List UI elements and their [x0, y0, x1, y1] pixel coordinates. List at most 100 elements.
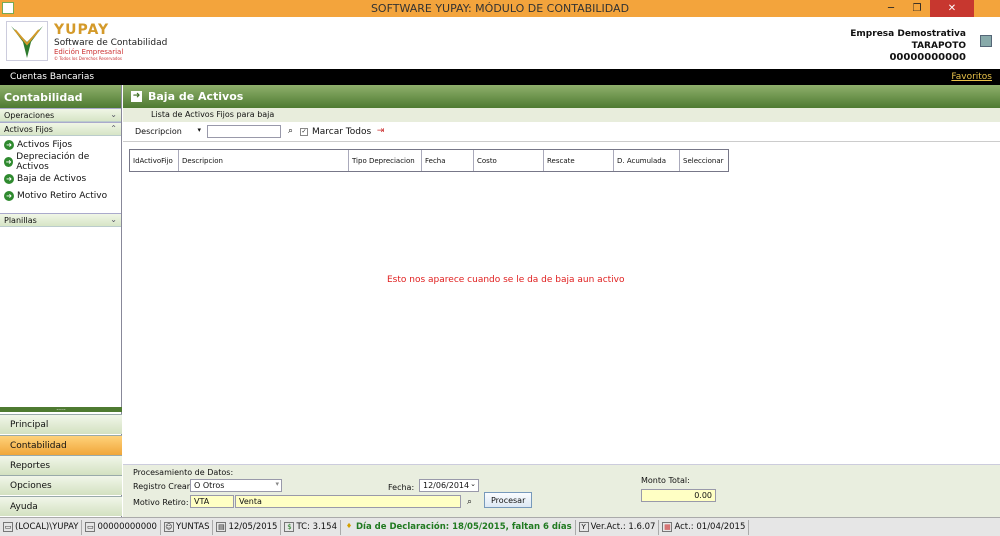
logo-name: YUPAY — [54, 22, 110, 38]
nav-opciones[interactable]: Opciones — [0, 475, 122, 495]
sidebar-item-label: Activos Fijos — [17, 139, 73, 150]
app-header: YUPAY Software de Contabilidad Edición E… — [0, 17, 1000, 69]
nav-bar: Cuentas Bancarias Favoritos — [0, 69, 1000, 85]
registro-value: O Otros — [194, 481, 225, 490]
status-server-text: (LOCAL)\YUPAY — [15, 522, 79, 532]
sidebar-item-depreciacion[interactable]: ➜ Depreciación de Activos — [0, 151, 121, 172]
fecha-picker[interactable]: 12/06/2014 ⌄ — [419, 479, 479, 492]
arrow-right-icon: ➜ — [4, 190, 14, 201]
status-user-text: YUNTAS — [175, 522, 210, 532]
status-declaracion-text: Día de Declaración: 18/05/2015, faltan 6… — [356, 522, 572, 532]
col-header[interactable]: Fecha — [422, 150, 474, 171]
chevron-down-icon: ▾ — [197, 125, 201, 134]
chevron-down-icon: ⌄ — [470, 480, 476, 488]
chevron-up-icon: ⌃ — [110, 124, 117, 133]
arrow-right-icon: ➜ — [131, 91, 142, 102]
col-header[interactable]: Descripcion — [179, 150, 349, 171]
sidebar-item-label: Depreciación de Activos — [16, 151, 90, 172]
calendar-icon: ▦ — [662, 522, 673, 532]
dollar-icon: $ — [284, 522, 295, 532]
sidebar-item-label: Motivo Retiro Activo — [17, 190, 108, 201]
nav-contabilidad[interactable]: Contabilidad — [0, 435, 122, 455]
nav-principal[interactable]: Principal — [0, 414, 122, 434]
sidebar-item-motivo-retiro[interactable]: ➜ Motivo Retiro Activo — [0, 187, 121, 204]
splitter-grip[interactable]: ..... — [0, 406, 122, 412]
yupay-small-icon: Y — [578, 522, 589, 532]
mark-all-label: Marcar Todos — [312, 126, 372, 137]
restore-button[interactable]: ❐ — [904, 0, 930, 17]
sidebar-item-label: Baja de Activos — [17, 173, 87, 184]
status-user: ☺ YUNTAS — [161, 519, 214, 535]
section-label: Operaciones — [4, 111, 55, 120]
main-panel: ➜ Baja de Activos Lista de Activos Fijos… — [123, 85, 1000, 517]
company-city: TARAPOTO — [911, 41, 966, 51]
chevron-down-icon: ⌄ — [110, 215, 117, 224]
status-server: ▭ (LOCAL)\YUPAY — [0, 519, 83, 535]
assets-table-header: IdActivoFijo Descripcion Tipo Depreciaci… — [129, 149, 729, 172]
company-settings-icon[interactable] — [980, 35, 992, 47]
status-tc: $ TC: 3.154 — [281, 519, 341, 535]
motivo-label: Motivo Retiro: — [133, 498, 189, 507]
favorites-link[interactable]: Favoritos — [951, 72, 992, 82]
arrow-right-icon: ➜ — [4, 139, 14, 150]
server-icon: ▭ — [3, 522, 13, 532]
close-button[interactable]: ✕ — [930, 0, 974, 17]
col-header[interactable]: IdActivoFijo — [130, 150, 179, 171]
arrow-right-icon: ➜ — [4, 173, 14, 184]
section-label: Planillas — [4, 216, 37, 225]
status-ruc-text: 00000000000 — [97, 522, 157, 532]
binoculars-search-icon[interactable]: ⌕ — [467, 497, 472, 507]
status-ruc: ▭ 00000000000 — [82, 519, 161, 535]
company-info: Empresa Demostrativa TARAPOTO 0000000000… — [850, 28, 966, 64]
col-header[interactable]: Costo — [474, 150, 544, 171]
section-label: Activos Fijos — [4, 125, 53, 134]
company-name: Empresa Demostrativa — [850, 29, 966, 39]
panel-title: Baja de Activos — [148, 90, 244, 103]
exit-icon[interactable]: ⇥ — [375, 126, 386, 137]
motivo-desc-field[interactable]: Venta — [235, 495, 461, 508]
col-header[interactable]: D. Acumulada — [614, 150, 680, 171]
minimize-button[interactable]: ─ — [878, 0, 904, 17]
field-select[interactable]: Descripcion ▾ — [133, 125, 203, 139]
col-header[interactable]: Rescate — [544, 150, 614, 171]
status-date-text: 12/05/2015 — [228, 522, 278, 532]
logo-copyright: © Todos los Derechos Reservados — [54, 56, 122, 61]
nav-ayuda[interactable]: Ayuda — [0, 496, 122, 516]
window-title: SOFTWARE YUPAY: MÓDULO DE CONTABILIDAD — [370, 2, 630, 15]
col-header[interactable]: Tipo Depreciacion — [349, 150, 422, 171]
sidebar-title: Contabilidad — [0, 85, 121, 108]
monto-label: Monto Total: — [641, 476, 690, 485]
toolbar: Descripcion ▾ ⌕ ✓ Marcar Todos ⇥ — [123, 122, 1000, 142]
nav-reportes[interactable]: Reportes — [0, 455, 122, 475]
arrow-right-icon: ➜ — [4, 156, 14, 167]
section-activos-fijos[interactable]: Activos Fijos ⌃ — [0, 122, 121, 136]
sidebar-item-activos-fijos[interactable]: ➜ Activos Fijos — [0, 136, 121, 153]
status-declaracion: ♦ Día de Declaración: 18/05/2015, faltan … — [341, 519, 576, 535]
status-date: ▤ 12/05/2015 — [213, 519, 282, 535]
status-version: Y Ver.Act.: 1.6.07 — [576, 519, 660, 535]
binoculars-search-icon[interactable]: ⌕ — [285, 126, 296, 137]
registro-label: Registro Crear: — [133, 482, 193, 491]
monto-total-field: 0.00 — [641, 489, 716, 502]
status-version-text: Ver.Act.: 1.6.07 — [590, 522, 656, 532]
section-planillas[interactable]: Planillas ⌄ — [0, 213, 121, 227]
status-act-text: Act.: 01/04/2015 — [674, 522, 746, 532]
chevron-down-icon: ⌄ — [110, 110, 117, 119]
logo-subtitle: Software de Contabilidad — [54, 38, 168, 48]
field-select-value: Descripcion — [135, 126, 182, 136]
sidebar-item-baja-activos[interactable]: ➜ Baja de Activos — [0, 170, 121, 187]
status-act: ▦ Act.: 01/04/2015 — [659, 519, 750, 535]
sidebar: Contabilidad Operaciones ⌄ Activos Fijos ⌃… — [0, 85, 122, 517]
lightbulb-icon: ♦ — [345, 522, 353, 530]
col-header[interactable]: Seleccionar — [680, 150, 728, 171]
search-input[interactable] — [207, 125, 281, 138]
fecha-value: 12/06/2014 — [423, 481, 470, 490]
motivo-code-field[interactable]: VTA — [190, 495, 234, 508]
section-operaciones[interactable]: Operaciones ⌄ — [0, 108, 121, 122]
company-ruc: 00000000000 — [889, 52, 966, 63]
logo-edition: Edición Empresarial — [54, 48, 124, 56]
mark-all-checkbox[interactable]: ✓ — [300, 127, 308, 136]
list-subtitle: Lista de Activos Fijos para baja — [123, 108, 1000, 122]
procesar-button[interactable]: Procesar — [484, 492, 533, 508]
registro-select[interactable]: O Otros ▾ — [190, 479, 282, 492]
